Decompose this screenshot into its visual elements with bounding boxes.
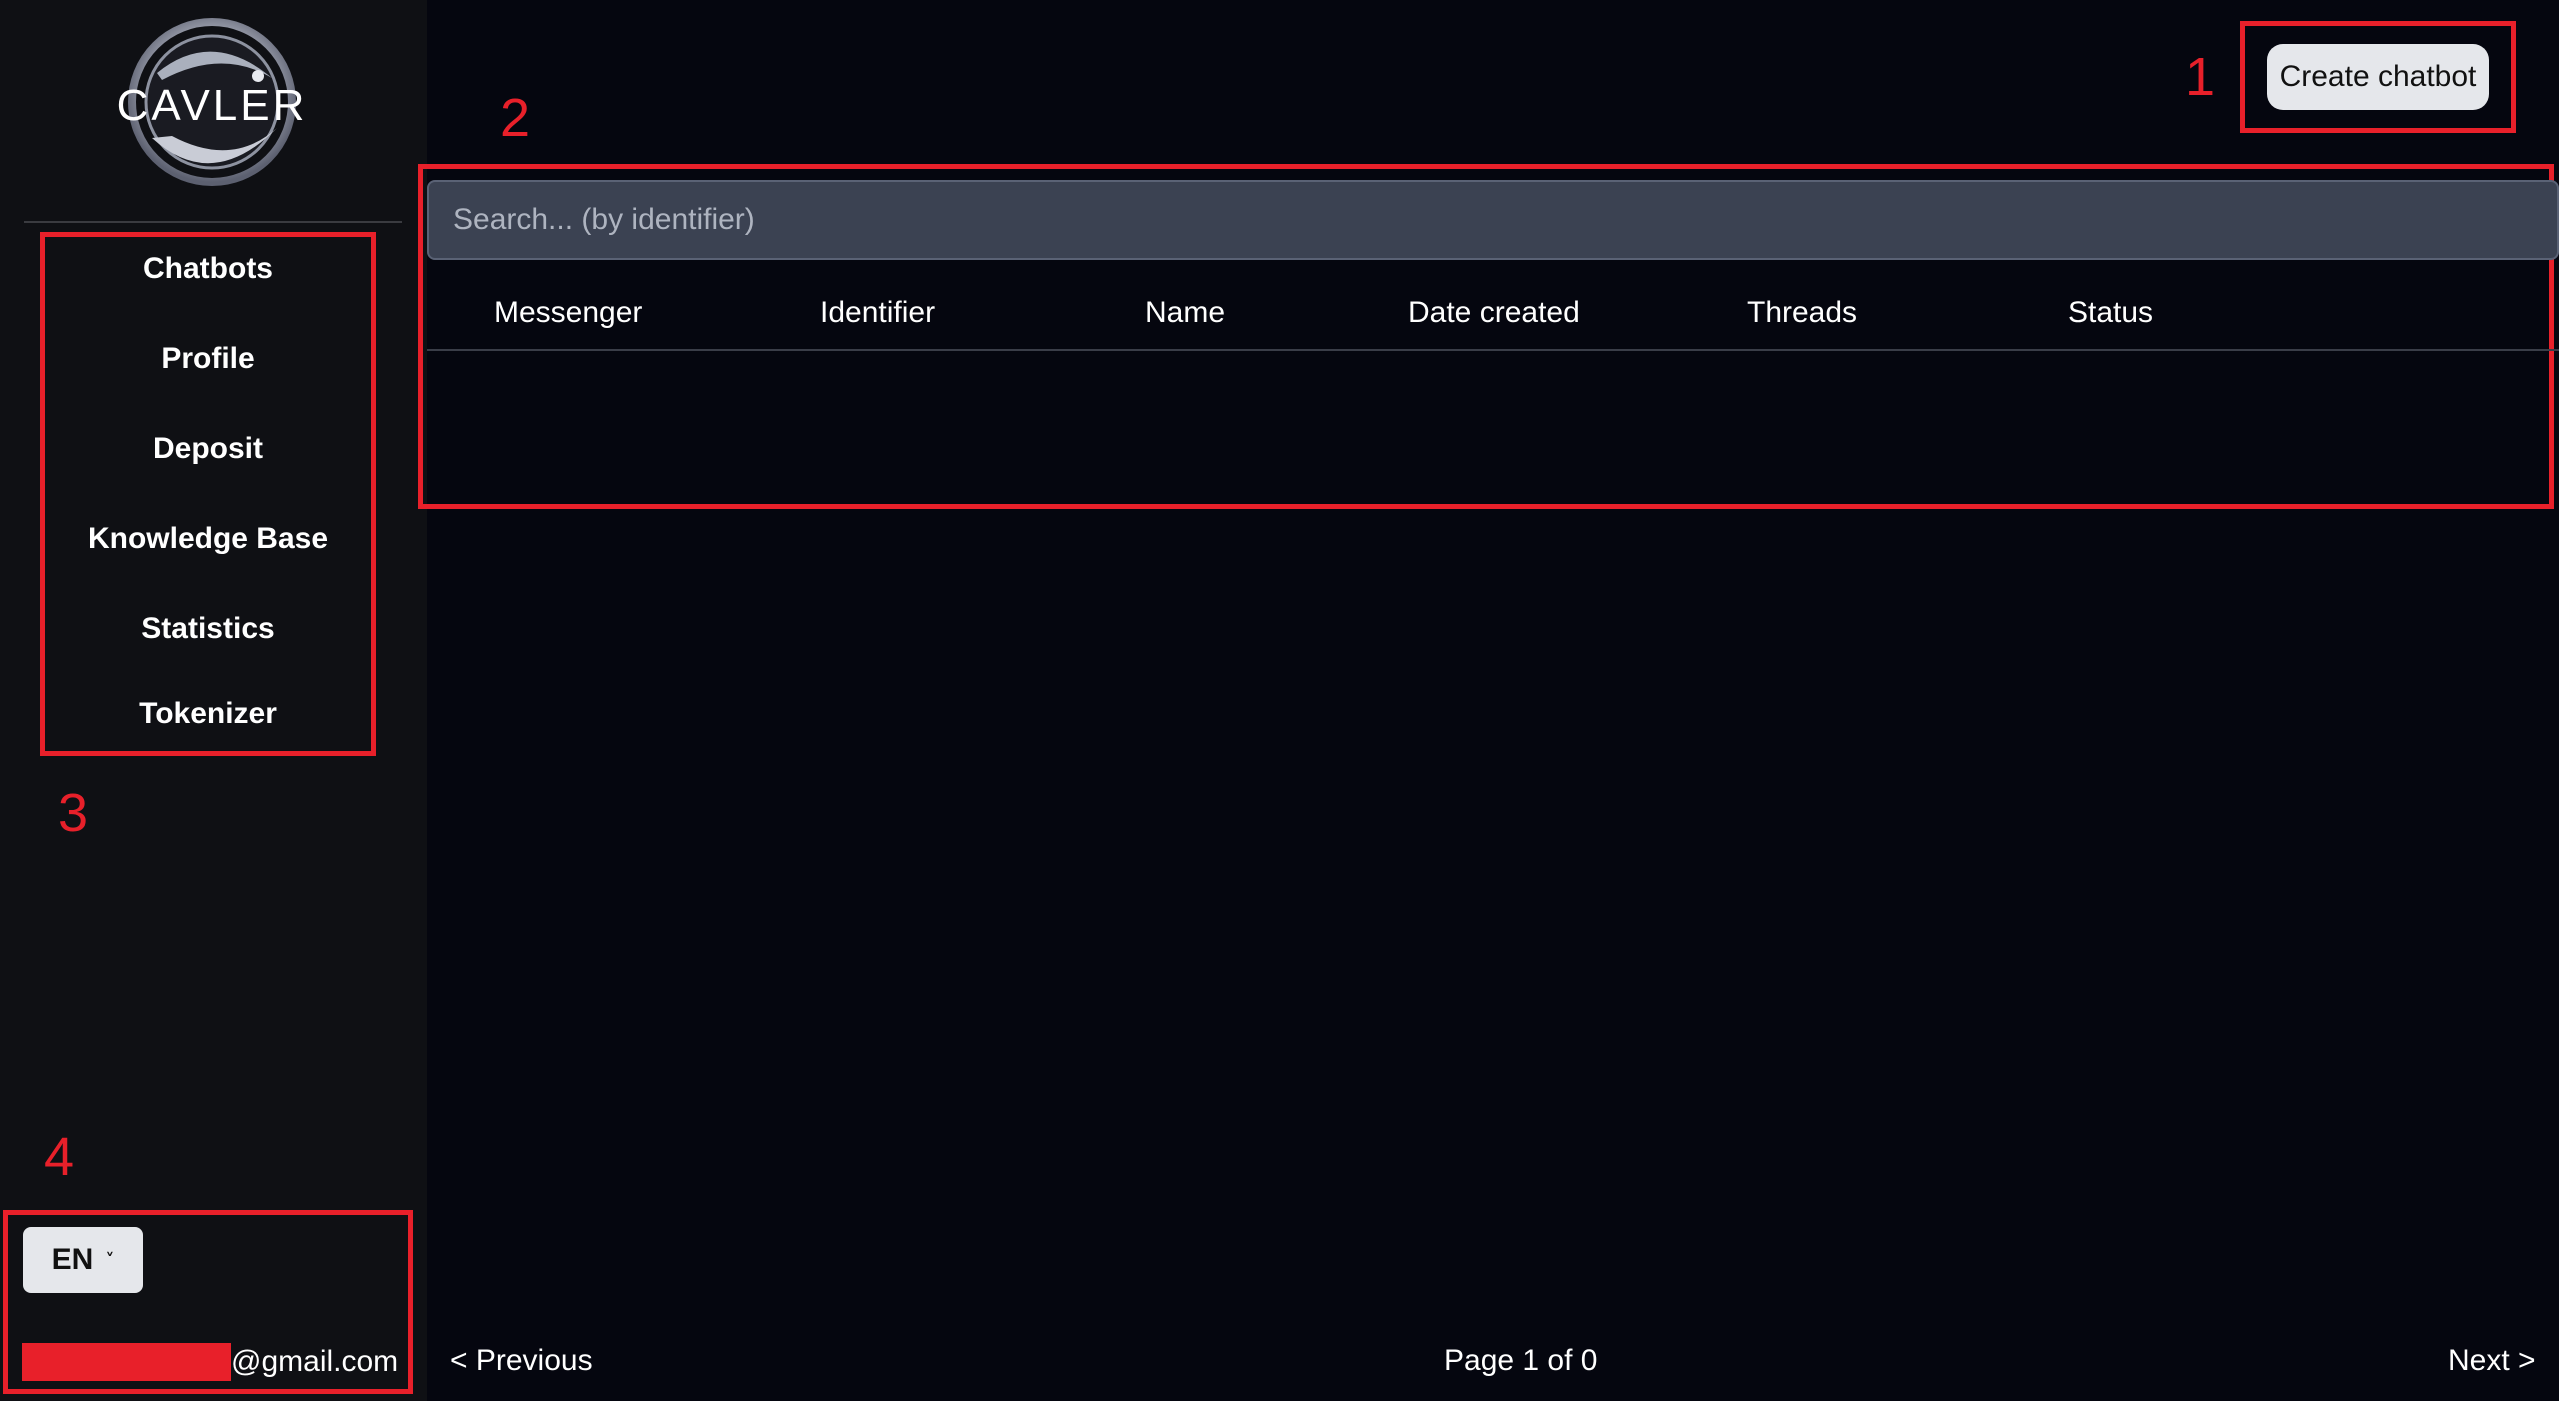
column-header-status[interactable]: Status	[2068, 296, 2153, 330]
language-select[interactable]: EN ˅	[23, 1227, 143, 1293]
user-email: @gmail.com	[22, 1343, 398, 1381]
cavler-logo: CAVLER	[117, 18, 308, 186]
table-header-divider	[427, 349, 2559, 351]
logo-text: CAVLER	[117, 81, 308, 130]
column-header-threads[interactable]: Threads	[1747, 296, 1857, 330]
sidebar-item-profile[interactable]: Profile	[45, 341, 371, 377]
sidebar-nav: Chatbots Profile Deposit Knowledge Base …	[40, 232, 376, 756]
email-redaction	[22, 1343, 231, 1381]
sidebar-item-deposit[interactable]: Deposit	[45, 431, 371, 467]
email-domain: @gmail.com	[231, 1345, 399, 1378]
sidebar: CAVLER Chatbots Profile Deposit Knowledg…	[0, 0, 427, 1401]
column-header-identifier[interactable]: Identifier	[820, 296, 935, 330]
column-header-name[interactable]: Name	[1145, 296, 1225, 330]
sidebar-item-tokenizer[interactable]: Tokenizer	[45, 696, 371, 732]
annotation-2: 2	[500, 88, 531, 148]
app-root: CAVLER Chatbots Profile Deposit Knowledg…	[0, 0, 2559, 1401]
sidebar-divider	[24, 221, 402, 223]
page-indicator: Page 1 of 0	[1444, 1344, 1598, 1377]
previous-page-button[interactable]: < Previous	[450, 1344, 593, 1378]
column-header-date-created[interactable]: Date created	[1408, 296, 1580, 330]
search-input[interactable]	[427, 180, 2559, 260]
next-page-button[interactable]: Next >	[2448, 1344, 2536, 1378]
chevron-down-icon: ˅	[105, 1249, 115, 1271]
language-label: EN	[51, 1243, 94, 1276]
annotation-3: 3	[58, 783, 89, 843]
column-header-messenger[interactable]: Messenger	[494, 296, 642, 330]
sidebar-item-statistics[interactable]: Statistics	[45, 611, 371, 647]
create-chatbot-button[interactable]: Create chatbot	[2267, 44, 2489, 110]
annotation-1: 1	[2185, 47, 2216, 107]
annotation-4: 4	[44, 1127, 75, 1187]
sidebar-item-chatbots[interactable]: Chatbots	[45, 251, 371, 287]
sidebar-item-knowledge-base[interactable]: Knowledge Base	[45, 521, 371, 557]
